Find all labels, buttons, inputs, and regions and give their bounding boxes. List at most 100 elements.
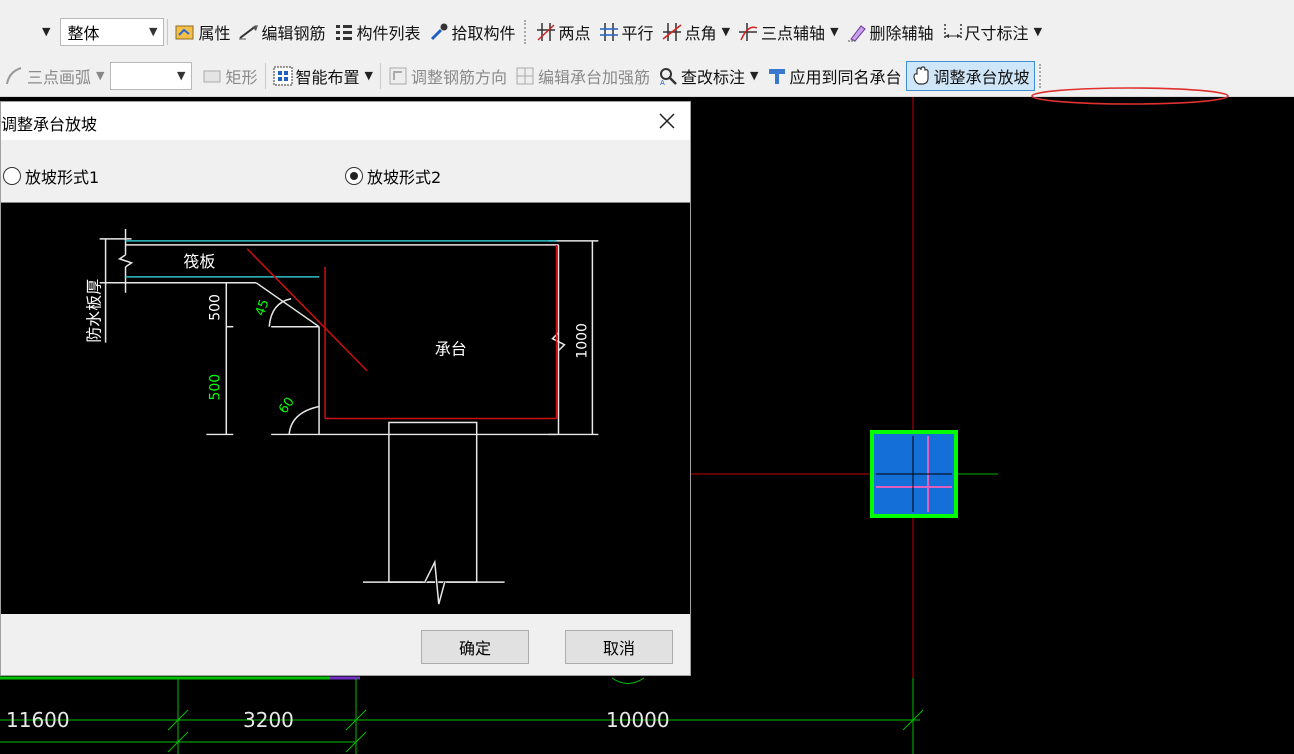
dimension-text-2: 3200	[243, 708, 294, 732]
check-annotation-button[interactable]: A 查改标注 ▼	[654, 61, 762, 91]
dialog-title: 调整承台放坡	[1, 115, 98, 134]
adjust-rebar-direction-label: 调整钢筋方向	[410, 67, 507, 87]
radio-slope-1[interactable]	[3, 167, 21, 185]
arc-icon	[4, 66, 24, 86]
waterproof-label: 防水板厚	[85, 279, 104, 343]
point-angle-icon	[662, 22, 682, 42]
apply-same-name-button[interactable]: 应用到同名承台	[763, 61, 906, 91]
toolbar-grip[interactable]	[523, 19, 528, 44]
rectangle-label: 矩形	[225, 67, 258, 87]
slope-option-1-label: 放坡形式1	[25, 168, 100, 187]
check-annotation-label: 查改标注	[681, 67, 746, 87]
parallel-axis-icon	[599, 22, 619, 42]
adjust-cap-slope-label: 调整承台放坡	[933, 67, 1030, 87]
svg-text:A: A	[660, 79, 665, 86]
smart-layout-icon	[273, 66, 293, 86]
list-icon	[334, 22, 354, 42]
adjust-cap-slope-button[interactable]: 调整承台放坡	[905, 60, 1035, 91]
apply-icon	[767, 66, 787, 86]
close-icon	[659, 113, 675, 129]
pile-cap[interactable]	[870, 430, 958, 518]
chevron-down-icon: ▼	[177, 69, 186, 82]
cap-label: 承台	[435, 340, 467, 359]
chevron-down-icon[interactable]: ▼	[750, 69, 758, 82]
component-list-button[interactable]: 构件列表	[330, 17, 425, 47]
highlight-oval	[1031, 87, 1229, 105]
pick-component-button[interactable]: 拾取构件	[425, 17, 520, 47]
properties-label: 属性	[198, 23, 231, 43]
edit-cap-reinforcement-label: 编辑承台加强筋	[538, 67, 651, 87]
point-angle-button[interactable]: 点角 ▼	[658, 17, 734, 47]
two-points-label: 两点	[558, 23, 591, 43]
chevron-down-icon[interactable]: ▼	[1034, 25, 1042, 38]
smart-layout-button[interactable]: 智能布置 ▼	[269, 61, 377, 91]
three-point-axis-button[interactable]: 三点辅轴 ▼	[734, 17, 842, 47]
parallel-button[interactable]: 平行	[595, 17, 658, 47]
adjust-cap-slope-dialog: 调整承台放坡 放坡形式1 放坡形式2 筏板 承台 防水板厚 500 500 10…	[0, 101, 691, 676]
dimension-icon	[942, 22, 962, 42]
arc-option-combo[interactable]: ▼	[110, 61, 193, 90]
chevron-down-icon[interactable]: ▼	[96, 69, 104, 82]
parallel-label: 平行	[621, 23, 654, 43]
smart-layout-label: 智能布置	[295, 67, 360, 87]
slope-option-2-label: 放坡形式2	[367, 168, 442, 187]
close-button[interactable]	[654, 108, 680, 134]
three-point-axis-label: 三点辅轴	[761, 23, 826, 43]
dimension-label: 尺寸标注	[964, 23, 1029, 43]
point-angle-label: 点角	[684, 23, 717, 43]
properties-icon	[175, 22, 195, 42]
check-annotation-icon: A	[658, 66, 678, 86]
slope-option-1[interactable]: 放坡形式1	[3, 164, 99, 188]
raft-label: 筏板	[183, 252, 215, 271]
three-point-axis-icon	[738, 22, 758, 42]
dim-bottom-label: 500	[207, 374, 223, 401]
separator	[167, 18, 169, 45]
cap-reinforcement-icon	[515, 66, 535, 86]
dim-top-label: 500	[207, 294, 223, 321]
rebar-direction-icon	[388, 66, 408, 86]
scope-combo[interactable]: 整体 ▼	[60, 17, 165, 46]
cancel-button[interactable]: 取消	[565, 630, 673, 664]
rectangle-icon	[202, 66, 222, 86]
angle-top-label: 45	[253, 297, 273, 318]
ok-button[interactable]: 确定	[421, 630, 529, 664]
delete-axis-label: 删除辅轴	[869, 23, 934, 43]
toolbar-prev-combo-arrow[interactable]: ▼	[0, 17, 54, 47]
apply-same-name-label: 应用到同名承台	[789, 67, 902, 87]
edit-rebar-icon	[238, 22, 259, 42]
hand-icon	[911, 65, 931, 86]
ok-button-label: 确定	[458, 639, 491, 658]
eraser-icon	[847, 22, 867, 42]
delete-axis-button[interactable]: 删除辅轴	[843, 17, 938, 47]
dimension-text-1: 11600	[6, 708, 70, 732]
toolbar-row-1: ▼ 整体 ▼ 属性 编辑钢筋 构件列表 拾取构件 两点 平行 点角 ▼ 三点辅轴…	[0, 0, 1294, 55]
two-point-axis-icon	[536, 22, 556, 42]
dialog-title-bar[interactable]: 调整承台放坡	[1, 102, 690, 140]
slope-preview-diagram: 筏板 承台 防水板厚 500 500 1000 45 60	[1, 202, 690, 614]
slope-option-2[interactable]: 放坡形式2	[345, 164, 441, 188]
adjust-rebar-direction-button[interactable]: 调整钢筋方向	[384, 61, 511, 91]
component-list-label: 构件列表	[356, 23, 421, 43]
edit-cap-reinforcement-button[interactable]: 编辑承台加强筋	[511, 61, 654, 91]
pick-component-label: 拾取构件	[451, 23, 516, 43]
chevron-down-icon[interactable]: ▼	[830, 25, 838, 38]
chevron-down-icon[interactable]: ▼	[722, 25, 730, 38]
cancel-button-label: 取消	[602, 639, 635, 658]
edit-rebar-button[interactable]: 编辑钢筋	[234, 17, 329, 47]
scope-combo-value: 整体	[67, 23, 100, 43]
dimension-lines	[0, 676, 924, 754]
dimension-text-3: 10000	[606, 708, 670, 732]
properties-button[interactable]: 属性	[171, 17, 234, 47]
separator	[379, 62, 381, 89]
chevron-down-icon[interactable]: ▼	[365, 69, 373, 82]
chevron-down-icon: ▼	[149, 25, 158, 38]
dimension-button[interactable]: 尺寸标注 ▼	[938, 17, 1046, 47]
edit-rebar-label: 编辑钢筋	[261, 23, 326, 43]
three-point-arc-button[interactable]: 三点画弧 ▼	[0, 61, 108, 91]
eyedropper-icon	[429, 22, 449, 42]
radio-slope-2[interactable]	[345, 167, 363, 185]
two-points-button[interactable]: 两点	[532, 17, 595, 47]
dim-right-label: 1000	[574, 323, 590, 359]
angle-bottom-label: 60	[276, 395, 298, 417]
rectangle-button[interactable]: 矩形	[198, 61, 261, 91]
